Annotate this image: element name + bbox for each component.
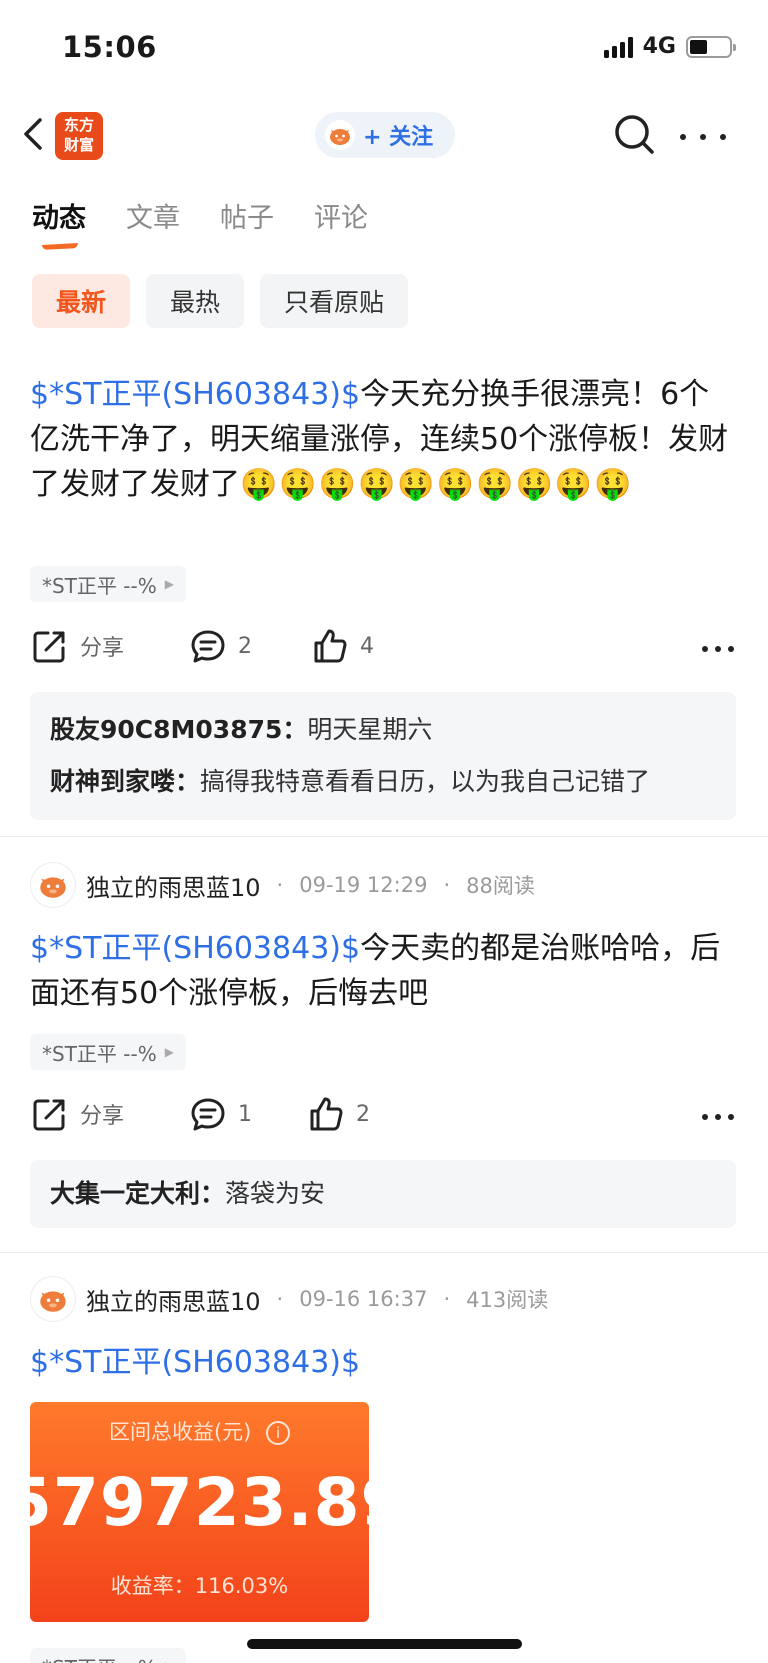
post-more-icon[interactable]: [702, 1114, 734, 1120]
filter-latest[interactable]: 最新: [32, 274, 131, 328]
comment-icon: [191, 1098, 225, 1131]
comment-text: 明天星期六: [307, 715, 433, 744]
thumbs-up-icon: [310, 1097, 343, 1131]
comment-count: 2: [238, 633, 252, 659]
comment-text: 落袋为安: [225, 1179, 326, 1208]
user-avatar-icon: [325, 120, 355, 150]
author-avatar[interactable]: [30, 862, 76, 908]
stock-link[interactable]: $*ST正平(SH603843)$: [30, 931, 360, 966]
stock-link[interactable]: $*ST正平(SH603843)$: [30, 1345, 360, 1380]
share-button[interactable]: 分享: [32, 628, 124, 664]
home-indicator[interactable]: [247, 1639, 522, 1649]
comment-user[interactable]: 股友90C8M03875：: [50, 715, 307, 744]
post-divider: [0, 1252, 768, 1253]
like-button[interactable]: 2: [308, 1096, 370, 1132]
post-text[interactable]: $*ST正平(SH603843)$: [30, 1340, 736, 1385]
author-avatar[interactable]: [30, 1276, 76, 1322]
stock-tag-label: *ST正平 --%: [42, 1041, 157, 1066]
tab-comments[interactable]: 评论: [314, 196, 368, 235]
comment-item: 财神到家喽：搞得我特意看看日历，以为我自己记错了: [50, 756, 716, 808]
stock-tag[interactable]: *ST正平 --% ▶: [30, 1648, 186, 1663]
post-reads: 88阅读: [466, 874, 535, 898]
comment-icon: [191, 630, 225, 663]
post-date: 09-16 16:37: [299, 1287, 428, 1311]
share-icon: [33, 631, 65, 663]
content-tabs: 动态 文章 帖子 评论: [32, 196, 368, 235]
post-reads: 413阅读: [466, 1288, 549, 1312]
stock-link[interactable]: $*ST正平(SH603843)$: [30, 377, 360, 412]
post-actions: 分享 1 2: [32, 1096, 742, 1140]
status-icons: 4G: [603, 34, 736, 59]
post-more-icon[interactable]: [702, 646, 734, 652]
post-date: 09-19 12:29: [299, 873, 428, 897]
author-name[interactable]: 独立的雨思蓝10: [86, 1282, 261, 1317]
share-label: 分享: [80, 1104, 125, 1129]
post-meta-separator: ·: [276, 1287, 284, 1311]
filter-bar: 最新 最热 只看原贴: [32, 274, 409, 328]
post-meta-separator: ·: [443, 1287, 451, 1311]
stock-tag-label: *ST正平 --%: [42, 573, 157, 598]
tab-posts[interactable]: 帖子: [220, 196, 274, 235]
comment-button[interactable]: 2: [190, 628, 252, 664]
more-options-icon[interactable]: [680, 122, 726, 152]
comment-text: 搞得我特意看看日历，以为我自己记错了: [200, 767, 651, 796]
comment-preview-box[interactable]: 大集一定大利：落袋为安: [30, 1160, 736, 1228]
signal-icon: [603, 36, 633, 58]
author-name[interactable]: 独立的雨思蓝10: [86, 868, 261, 903]
post-text[interactable]: $*ST正平(SH603843)$今天卖的都是治账哈哈，后面还有50个涨停板，后…: [30, 926, 736, 1016]
status-bar: 15:06 4G: [0, 0, 768, 96]
comment-button[interactable]: 1: [190, 1096, 252, 1132]
status-time: 15:06: [62, 30, 157, 64]
profit-rate: 收益率：116.03%: [110, 1574, 289, 1598]
comment-user[interactable]: 财神到家喽：: [50, 767, 200, 796]
post-text[interactable]: $*ST正平(SH603843)$今天充分换手很漂亮！6个亿洗干净了，明天缩量涨…: [30, 372, 736, 507]
post-meta-separator: ·: [443, 873, 451, 897]
back-arrow-icon[interactable]: [18, 114, 48, 154]
post-actions: 分享 2 4: [32, 628, 742, 672]
comment-count: 1: [238, 1101, 252, 1127]
stock-tag-label: *ST正平 --%: [42, 1652, 157, 1663]
post-meta-separator: ·: [276, 873, 284, 897]
nav-bar: 东方 财富 + 关注: [0, 102, 768, 168]
profit-title: 区间总收益(元) i: [30, 1416, 369, 1446]
follow-label: + 关注: [363, 125, 434, 150]
tag-arrow-icon: ▶: [164, 1045, 174, 1059]
emoji-sequence: 🤑🤑🤑🤑🤑🤑🤑🤑🤑🤑: [240, 467, 634, 502]
share-label: 分享: [80, 636, 125, 661]
share-button[interactable]: 分享: [32, 1096, 124, 1132]
comment-user[interactable]: 大集一定大利：: [50, 1179, 225, 1208]
follow-button[interactable]: + 关注: [315, 112, 455, 158]
search-icon[interactable]: [612, 112, 658, 158]
profit-title-label: 区间总收益(元): [108, 1420, 252, 1444]
app-logo: 东方 财富: [55, 112, 103, 160]
post-author[interactable]: 独立的雨思蓝10 · 09-16 16:37 · 413阅读: [30, 1276, 548, 1322]
tag-arrow-icon: ▶: [165, 1659, 174, 1663]
like-button[interactable]: 4: [312, 628, 374, 664]
cow-avatar-icon: [40, 1291, 66, 1312]
tag-arrow-icon: ▶: [164, 577, 174, 591]
comment-preview-box[interactable]: 股友90C8M03875：明天星期六 财神到家喽：搞得我特意看看日历，以为我自己…: [30, 692, 736, 820]
post-divider: [0, 836, 768, 837]
battery-icon: [686, 35, 736, 58]
post-author[interactable]: 独立的雨思蓝10 · 09-19 12:29 · 88阅读: [30, 862, 535, 908]
stock-tag[interactable]: *ST正平 --% ▶: [30, 566, 186, 602]
stock-tag[interactable]: *ST正平 --% ▶: [30, 1034, 186, 1070]
profit-amount: 579723.89: [30, 1464, 369, 1541]
thumbs-up-icon: [314, 629, 347, 663]
comment-item: 股友90C8M03875：明天星期六: [50, 704, 716, 756]
network-type: 4G: [642, 34, 676, 59]
profit-card[interactable]: 区间总收益(元) i 579723.89 收益率：116.03%: [30, 1402, 369, 1622]
comment-item: 大集一定大利：落袋为安: [50, 1168, 716, 1220]
tab-articles[interactable]: 文章: [126, 196, 180, 235]
tab-dynamic[interactable]: 动态: [32, 196, 86, 235]
info-icon: i: [266, 1421, 291, 1445]
like-count: 4: [360, 633, 374, 659]
share-icon: [33, 1099, 65, 1131]
like-count: 2: [356, 1101, 370, 1127]
cow-avatar-icon: [40, 877, 66, 898]
filter-hottest[interactable]: 最热: [146, 274, 245, 328]
filter-original-only[interactable]: 只看原贴: [260, 274, 409, 328]
